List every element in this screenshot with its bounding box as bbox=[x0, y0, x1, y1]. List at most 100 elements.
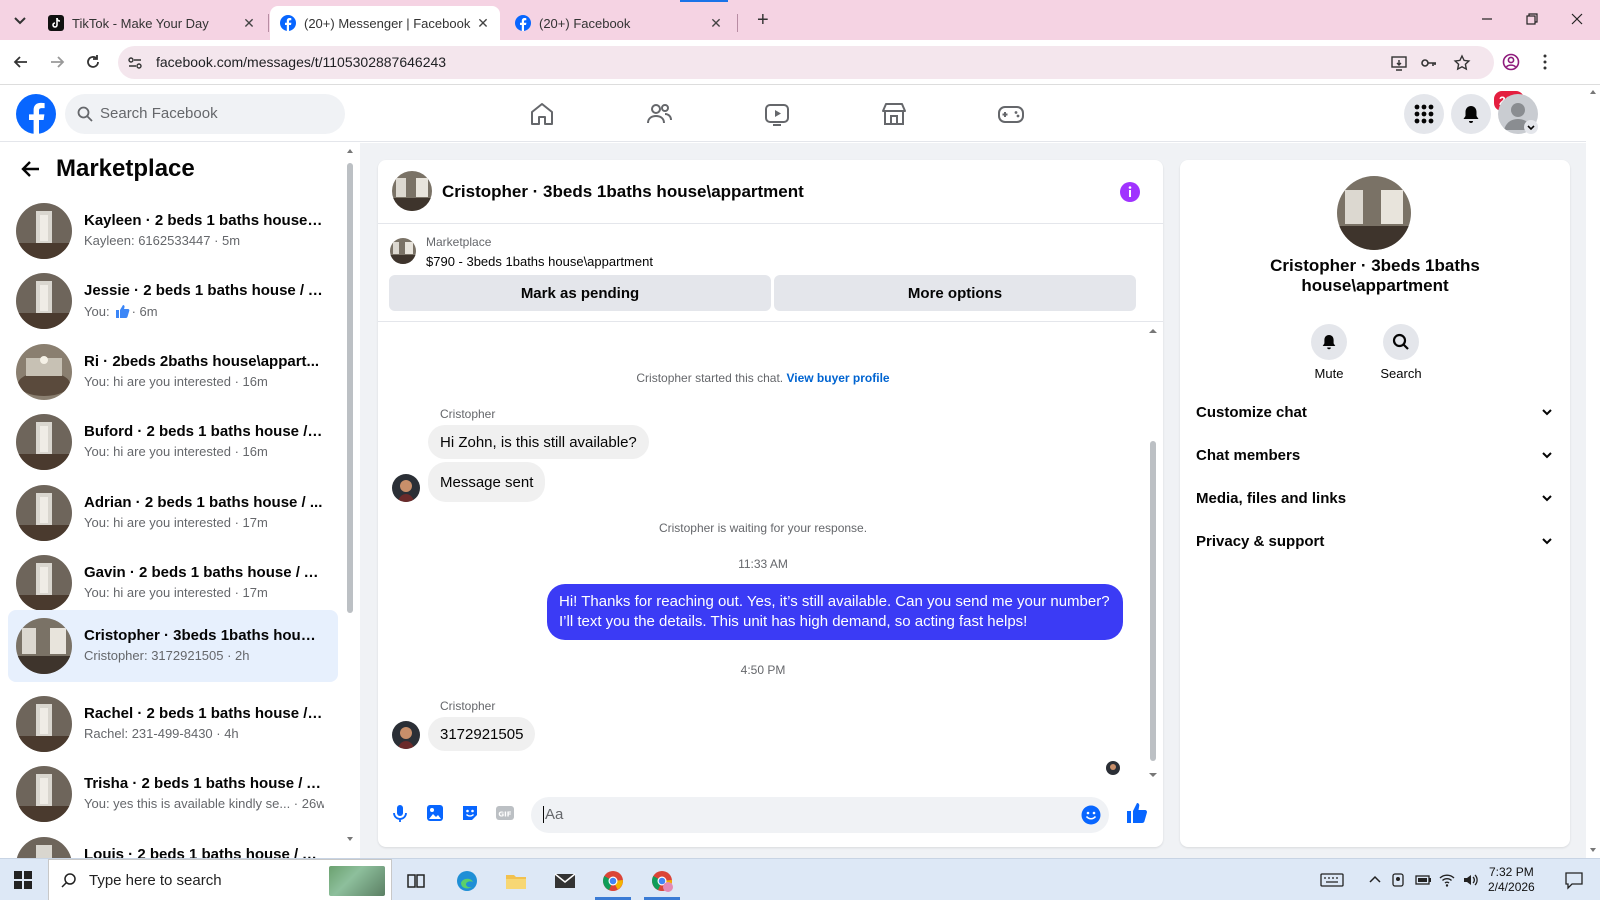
show-hidden-icons-chevron[interactable] bbox=[1366, 871, 1384, 889]
chat-members-item[interactable]: Chat members bbox=[1196, 435, 1554, 475]
list-item[interactable]: Rachel · 2 beds 1 baths house / ... Rach… bbox=[8, 688, 338, 760]
scroll-down-icon[interactable] bbox=[1148, 771, 1158, 779]
customize-chat-item[interactable]: Customize chat bbox=[1196, 392, 1554, 432]
meet-now-icon[interactable] bbox=[1390, 871, 1408, 889]
window-close-icon[interactable] bbox=[1570, 12, 1584, 26]
tab-facebook[interactable]: (20+) Facebook ✕ bbox=[505, 6, 733, 40]
facebook-search-input[interactable]: Search Facebook bbox=[65, 94, 345, 134]
my-message-bubble[interactable]: Hi! Thanks for reaching out. Yes, it’s s… bbox=[547, 584, 1123, 640]
chat-window: Cristopher · 3beds 1baths house\appartme… bbox=[378, 160, 1163, 847]
view-buyer-profile-link[interactable]: View buyer profile bbox=[786, 371, 889, 385]
marketplace-header: Marketplace bbox=[20, 155, 195, 183]
scrollbar-thumb[interactable] bbox=[347, 163, 353, 613]
back-arrow-icon[interactable] bbox=[20, 158, 42, 180]
profile-icon[interactable] bbox=[1502, 53, 1520, 71]
tab-tiktok[interactable]: TikTok - Make Your Day ✕ bbox=[38, 6, 266, 40]
message-bubble[interactable]: Message sent bbox=[428, 462, 546, 502]
list-item[interactable]: Jessie · 2 beds 1 baths house / A... You… bbox=[8, 265, 338, 337]
tab-messenger[interactable]: (20+) Messenger | Facebook ✕ bbox=[270, 6, 500, 40]
chrome-profile-icon[interactable] bbox=[650, 869, 674, 893]
message-bubble[interactable]: 3172921505 bbox=[428, 717, 536, 751]
list-item[interactable]: Buford · 2 beds 1 baths house / ... You:… bbox=[8, 406, 338, 478]
keyboard-icon[interactable] bbox=[1320, 871, 1344, 889]
volume-icon[interactable] bbox=[1462, 871, 1480, 889]
password-key-icon[interactable] bbox=[1420, 54, 1438, 72]
file-explorer-icon[interactable] bbox=[504, 869, 528, 893]
account-chevron-icon[interactable] bbox=[1524, 120, 1538, 134]
system-clock[interactable]: 7:32 PM 2/4/2026 bbox=[1488, 865, 1535, 895]
facebook-logo-icon[interactable] bbox=[16, 94, 56, 134]
marketplace-icon[interactable] bbox=[880, 100, 908, 128]
microphone-icon[interactable] bbox=[390, 803, 410, 823]
message-input[interactable]: Aa bbox=[531, 797, 1109, 833]
scroll-up-icon[interactable] bbox=[346, 147, 354, 155]
clock-date: 2/4/2026 bbox=[1488, 880, 1535, 894]
video-icon[interactable] bbox=[763, 100, 791, 128]
sticker-icon[interactable] bbox=[460, 803, 480, 823]
conversation-list-scrollbar[interactable] bbox=[346, 149, 354, 851]
list-item[interactable]: Adrian · 2 beds 1 baths house / ... You:… bbox=[8, 477, 338, 549]
list-item-selected[interactable]: Cristopher · 3beds 1baths house... Crist… bbox=[8, 610, 338, 682]
scroll-down-icon[interactable] bbox=[1589, 846, 1597, 854]
wifi-icon[interactable] bbox=[1438, 871, 1456, 889]
new-tab-button[interactable]: + bbox=[757, 10, 769, 30]
scroll-up-icon[interactable] bbox=[1589, 88, 1597, 96]
sender-avatar[interactable] bbox=[392, 721, 420, 749]
mark-as-pending-button[interactable]: Mark as pending bbox=[389, 275, 771, 311]
mail-icon[interactable] bbox=[553, 869, 577, 893]
reload-icon[interactable] bbox=[84, 53, 102, 71]
menu-grid-button[interactable] bbox=[1404, 94, 1444, 134]
like-icon[interactable] bbox=[1125, 801, 1149, 825]
more-options-button[interactable]: More options bbox=[774, 275, 1136, 311]
timestamp: 11:33 AM bbox=[738, 557, 788, 571]
chrome-icon[interactable] bbox=[601, 869, 625, 893]
list-item[interactable]: Kayleen · 2 beds 1 baths house /... Kayl… bbox=[8, 195, 338, 267]
list-item[interactable]: Trisha · 2 beds 1 baths house / A... You… bbox=[8, 758, 338, 830]
list-item[interactable]: Gavin · 2 beds 1 baths house / A... You:… bbox=[8, 547, 338, 619]
sender-avatar[interactable] bbox=[392, 474, 420, 502]
gif-icon[interactable]: GIF bbox=[495, 803, 515, 823]
restore-icon[interactable] bbox=[1525, 12, 1539, 26]
close-tab-icon[interactable]: ✕ bbox=[242, 16, 256, 30]
scroll-down-icon[interactable] bbox=[346, 835, 354, 843]
gaming-icon[interactable] bbox=[997, 100, 1025, 128]
search-in-conversation-button[interactable]: Search bbox=[1371, 324, 1431, 381]
info-icon[interactable] bbox=[1120, 182, 1140, 202]
page-scrollbar[interactable] bbox=[1586, 86, 1600, 858]
friends-icon[interactable] bbox=[645, 100, 673, 128]
battery-icon[interactable] bbox=[1414, 871, 1432, 889]
list-item[interactable]: Ri · 2beds 2baths house\appart... You: h… bbox=[8, 336, 338, 408]
chat-title[interactable]: Cristopher · 3beds 1baths house\appartme… bbox=[442, 182, 804, 202]
close-tab-icon[interactable]: ✕ bbox=[476, 16, 490, 30]
edge-browser-icon[interactable] bbox=[455, 869, 479, 893]
photo-icon[interactable] bbox=[425, 803, 445, 823]
back-icon[interactable] bbox=[12, 53, 30, 71]
page-title: Marketplace bbox=[56, 155, 195, 182]
address-bar[interactable]: facebook.com/messages/t/1105302887646243 bbox=[118, 46, 1494, 79]
notifications-button[interactable] bbox=[1451, 94, 1491, 134]
minimize-icon[interactable] bbox=[1480, 12, 1494, 26]
taskbar-search-box[interactable]: Type here to search bbox=[48, 859, 392, 900]
bookmark-star-icon[interactable] bbox=[1453, 54, 1471, 72]
scroll-up-icon[interactable] bbox=[1148, 327, 1158, 335]
emoji-icon[interactable] bbox=[1081, 805, 1101, 825]
listing-avatar[interactable] bbox=[392, 171, 432, 211]
privacy-support-item[interactable]: Privacy & support bbox=[1196, 521, 1554, 561]
install-app-icon[interactable] bbox=[1390, 54, 1408, 72]
scrollbar-thumb[interactable] bbox=[1150, 441, 1156, 761]
site-info-icon[interactable] bbox=[126, 54, 144, 72]
close-tab-icon[interactable]: ✕ bbox=[709, 16, 723, 30]
listing-price-title[interactable]: $790 - 3beds 1baths house\appartment bbox=[426, 254, 653, 269]
chat-scrollbar[interactable] bbox=[1148, 329, 1158, 779]
windows-start-icon[interactable] bbox=[14, 871, 32, 889]
tab-search-chevron-icon[interactable] bbox=[10, 10, 30, 30]
mute-button[interactable]: Mute bbox=[1299, 324, 1359, 381]
home-icon[interactable] bbox=[528, 100, 556, 128]
message-bubble[interactable]: Hi Zohn, is this still available? bbox=[428, 425, 649, 459]
list-item[interactable]: Louis · 2 beds 1 baths house / A... bbox=[8, 829, 338, 858]
notification-center-icon[interactable] bbox=[1564, 870, 1584, 890]
forward-icon[interactable] bbox=[48, 53, 66, 71]
media-files-links-item[interactable]: Media, files and links bbox=[1196, 478, 1554, 518]
browser-menu-icon[interactable] bbox=[1536, 53, 1554, 71]
task-view-icon[interactable] bbox=[404, 869, 428, 893]
